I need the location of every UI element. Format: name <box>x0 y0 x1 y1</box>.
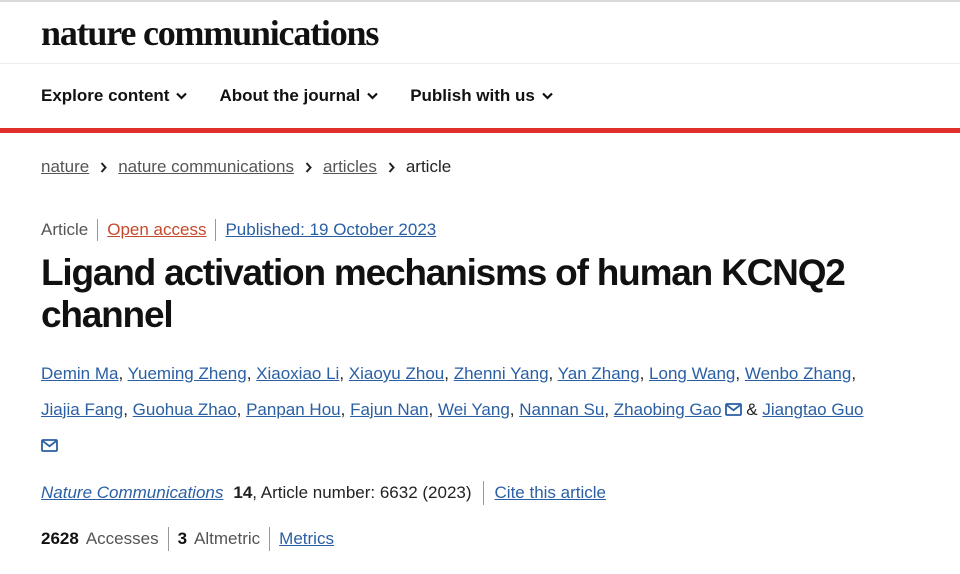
article-meta: Article Open access Published: 19 Octobe… <box>41 219 436 241</box>
breadcrumb: nature nature communications articles ar… <box>41 157 451 177</box>
author-link[interactable]: Xiaoxiao Li <box>256 364 339 383</box>
metrics-link[interactable]: Metrics <box>279 529 334 549</box>
author-link[interactable]: Yan Zhang <box>558 364 640 383</box>
author-link[interactable]: Nannan Su <box>519 400 604 419</box>
main-nav: Explore content About the journal Publis… <box>0 64 960 133</box>
breadcrumb-nature-communications[interactable]: nature communications <box>118 157 294 177</box>
mail-icon[interactable] <box>41 439 58 452</box>
accesses-count: 2628 <box>41 529 79 548</box>
author-link[interactable]: Wei Yang <box>438 400 510 419</box>
author-link[interactable]: Wenbo Zhang <box>745 364 851 383</box>
author-link[interactable]: Panpan Hou <box>246 400 341 419</box>
breadcrumb-current: article <box>405 157 452 176</box>
nav-about-journal[interactable]: About the journal <box>219 86 378 106</box>
author-link[interactable]: Xiaoyu Zhou <box>349 364 444 383</box>
author-link[interactable]: Jiajia Fang <box>41 400 123 419</box>
altmetric-count: 3 <box>177 529 188 548</box>
chevron-down-icon <box>367 92 378 100</box>
site-logo[interactable]: nature communications <box>41 12 379 54</box>
breadcrumb-nature[interactable]: nature <box>41 157 89 177</box>
divider <box>167 527 169 551</box>
nav-publish-with-us-label: Publish with us <box>410 86 535 105</box>
nav-about-journal-label: About the journal <box>219 86 361 105</box>
article-title: Ligand activation mechanisms of human KC… <box>41 252 846 335</box>
author-link[interactable]: Fajun Nan <box>350 400 428 419</box>
author-link[interactable]: Yueming Zheng <box>128 364 247 383</box>
open-access-link[interactable]: Open access <box>107 220 206 240</box>
chevron-right-icon <box>388 161 395 173</box>
published-date-link[interactable]: Published: 19 October 2023 <box>225 220 436 240</box>
divider <box>215 219 217 241</box>
altmetric-label: Altmetric <box>194 529 261 548</box>
accesses-label: Accesses <box>85 529 159 548</box>
volume-number: 14 <box>233 483 253 502</box>
chevron-right-icon <box>305 161 312 173</box>
metrics-row: 2628 Accesses 3 Altmetric Metrics <box>41 527 334 551</box>
article-number: , Article number: 6632 (2023) <box>252 483 472 502</box>
chevron-down-icon <box>176 92 188 100</box>
article-type: Article <box>41 220 89 239</box>
chevron-down-icon <box>542 92 553 100</box>
cite-article-link[interactable]: Cite this article <box>495 483 606 503</box>
author-link[interactable]: Long Wang <box>649 364 735 383</box>
author-link[interactable]: Guohua Zhao <box>133 400 237 419</box>
mail-icon[interactable] <box>724 403 742 416</box>
divider <box>269 527 271 551</box>
chevron-right-icon <box>100 161 108 173</box>
divider <box>482 481 484 505</box>
nav-publish-with-us[interactable]: Publish with us <box>410 86 553 106</box>
author-link[interactable]: Demin Ma <box>41 364 118 383</box>
divider <box>97 219 99 241</box>
breadcrumb-articles[interactable]: articles <box>323 157 377 177</box>
author-list: Demin Ma, Yueming Zheng, Xiaoxiao Li, Xi… <box>41 356 921 464</box>
author-link[interactable]: Jiangtao Guo <box>762 400 863 419</box>
nav-explore-content[interactable]: Explore content <box>41 86 188 106</box>
nav-explore-content-label: Explore content <box>41 86 170 105</box>
author-link[interactable]: Zhenni Yang <box>454 364 549 383</box>
author-joiner: & <box>746 400 758 419</box>
author-link[interactable]: Zhaobing Gao <box>614 400 722 419</box>
site-header: nature communications <box>0 0 960 64</box>
citation-row: Nature Communications 14 , Article numbe… <box>41 481 606 505</box>
journal-link[interactable]: Nature Communications <box>41 483 223 503</box>
